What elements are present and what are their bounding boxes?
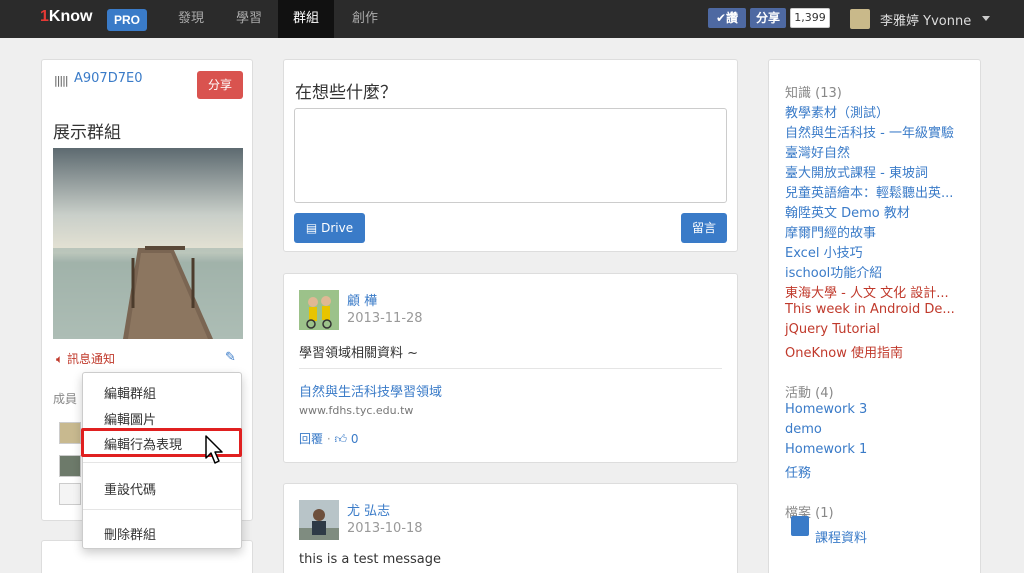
member-avatar[interactable] xyxy=(59,455,81,477)
post-card: 顧 樺 2013-11-28 學習領域相關資料 ~ 自然與生活科技學習領域 ww… xyxy=(283,273,738,463)
knowledge-item[interactable]: 兒童英語繪本：輕鬆聽出英... xyxy=(785,182,953,201)
knowledge-item[interactable]: 教學素材（測試） xyxy=(785,102,889,121)
knowledge-item[interactable]: 自然與生活科技 - 一年級實驗 xyxy=(785,122,954,141)
group-code: A907D7E0 xyxy=(74,71,143,86)
separator: · xyxy=(323,432,335,446)
menu-delete-group[interactable]: 刪除群組 xyxy=(104,524,156,543)
composer-prompt: 在想些什麼？ xyxy=(295,83,397,103)
barcode-icon: ||||| xyxy=(54,74,68,87)
mouse-cursor-icon xyxy=(205,435,223,464)
logo-text: Know xyxy=(48,8,93,25)
knowledge-item[interactable]: OneKnow 使用指南 xyxy=(785,342,903,361)
nav-learn[interactable]: 學習 xyxy=(224,0,274,38)
knowledge-item[interactable]: ischool功能介紹 xyxy=(785,262,882,281)
member-avatar-broken[interactable] xyxy=(59,483,81,505)
knowledge-heading: 知識 (13) xyxy=(785,86,842,101)
facebook-like-button[interactable]: ✔讚 xyxy=(708,8,746,28)
file-item[interactable]: 課程資料 xyxy=(815,527,867,546)
knowledge-item[interactable]: 臺灣好自然 xyxy=(785,142,850,161)
menu-edit-image[interactable]: 編輯圖片 xyxy=(104,409,156,428)
logo-number: 1 xyxy=(40,8,49,25)
member-avatar[interactable] xyxy=(59,422,81,444)
post-author[interactable]: 尤 弘志 xyxy=(347,500,390,519)
resources-sidebar: 知識 (13) 教學素材（測試） 自然與生活科技 - 一年級實驗 臺灣好自然 臺… xyxy=(768,59,981,573)
menu-divider xyxy=(83,509,241,510)
drive-button-label: Drive xyxy=(321,221,354,235)
divider xyxy=(299,368,722,369)
facebook-share-button[interactable]: 分享 xyxy=(750,8,786,28)
nav-discover[interactable]: 發現 xyxy=(166,0,216,38)
pro-badge: PRO xyxy=(107,9,147,31)
post-card: 尤 弘志 2013-10-18 this is a test message xyxy=(283,483,738,573)
shared-link-title[interactable]: 自然與生活科技學習領域 xyxy=(299,381,442,400)
nav-create[interactable]: 創作 xyxy=(340,0,390,38)
speaker-icon: 🔈︎ xyxy=(56,352,68,366)
notification-toggle[interactable]: 🔈︎ 訊息通知 xyxy=(56,350,115,367)
post-author[interactable]: 顧 樺 xyxy=(347,290,377,309)
post-body: 學習領域相關資料 ~ xyxy=(299,346,419,361)
notification-label: 訊息通知 xyxy=(67,352,116,366)
post-actions: 回覆 · 👍︎ 0 xyxy=(299,430,358,447)
thumbs-up-icon[interactable]: 👍︎ xyxy=(334,432,347,446)
drive-button[interactable]: ▤ Drive xyxy=(294,213,365,243)
knowledge-item[interactable]: This week in Android De... xyxy=(785,302,955,317)
activity-item[interactable]: demo xyxy=(785,422,822,437)
top-nav-bar: 1Know PRO 發現 學習 群組 創作 ✔讚 分享 1,399 李雅婷 Yv… xyxy=(0,0,1024,38)
post-date: 2013-10-18 xyxy=(347,521,423,536)
activity-heading: 活動 (4) xyxy=(785,386,834,401)
post-body: this is a test message xyxy=(299,552,441,567)
knowledge-item[interactable]: 東海大學 - 人文 文化 設計... xyxy=(785,282,949,301)
members-label: 成員 xyxy=(53,392,78,406)
post-input[interactable] xyxy=(294,108,727,203)
file-icon: ▤ xyxy=(305,221,322,235)
app-logo[interactable]: 1Know xyxy=(40,8,92,26)
menu-edit-group[interactable]: 編輯群組 xyxy=(104,383,156,402)
activity-item[interactable]: 任務 xyxy=(785,462,811,481)
edit-icon[interactable]: ✎ xyxy=(225,350,236,365)
composer-panel: 在想些什麼？ ▤ Drive 留言 xyxy=(283,59,738,252)
nav-groups[interactable]: 群組 xyxy=(278,0,335,38)
facebook-share-count: 1,399 xyxy=(790,8,830,28)
activity-item[interactable]: Homework 3 xyxy=(785,402,867,417)
shared-link-url: www.fdhs.tyc.edu.tw xyxy=(299,404,414,417)
chevron-down-icon[interactable] xyxy=(982,16,990,21)
menu-reset-code[interactable]: 重設代碼 xyxy=(104,479,156,498)
author-avatar[interactable] xyxy=(299,500,339,540)
author-avatar[interactable] xyxy=(299,290,339,330)
group-title: 展示群組 xyxy=(53,123,121,143)
submit-post-button[interactable]: 留言 xyxy=(681,213,727,243)
activity-item[interactable]: Homework 1 xyxy=(785,442,867,457)
group-cover-image xyxy=(53,148,243,339)
user-menu[interactable]: 李雅婷 Yvonne xyxy=(880,10,971,29)
knowledge-item[interactable]: Excel 小技巧 xyxy=(785,242,863,261)
share-button[interactable]: 分享 xyxy=(197,71,243,99)
knowledge-item[interactable]: 臺大開放式課程 - 東坡詞 xyxy=(785,162,928,181)
document-icon xyxy=(791,516,809,536)
knowledge-item[interactable]: 摩爾門經的故事 xyxy=(785,222,876,241)
knowledge-item[interactable]: jQuery Tutorial xyxy=(785,322,880,337)
knowledge-item[interactable]: 翰陞英文 Demo 教材 xyxy=(785,202,910,221)
reply-link[interactable]: 回覆 xyxy=(299,432,323,446)
post-date: 2013-11-28 xyxy=(347,311,423,326)
user-avatar[interactable] xyxy=(850,9,870,29)
like-count: 0 xyxy=(350,432,359,446)
